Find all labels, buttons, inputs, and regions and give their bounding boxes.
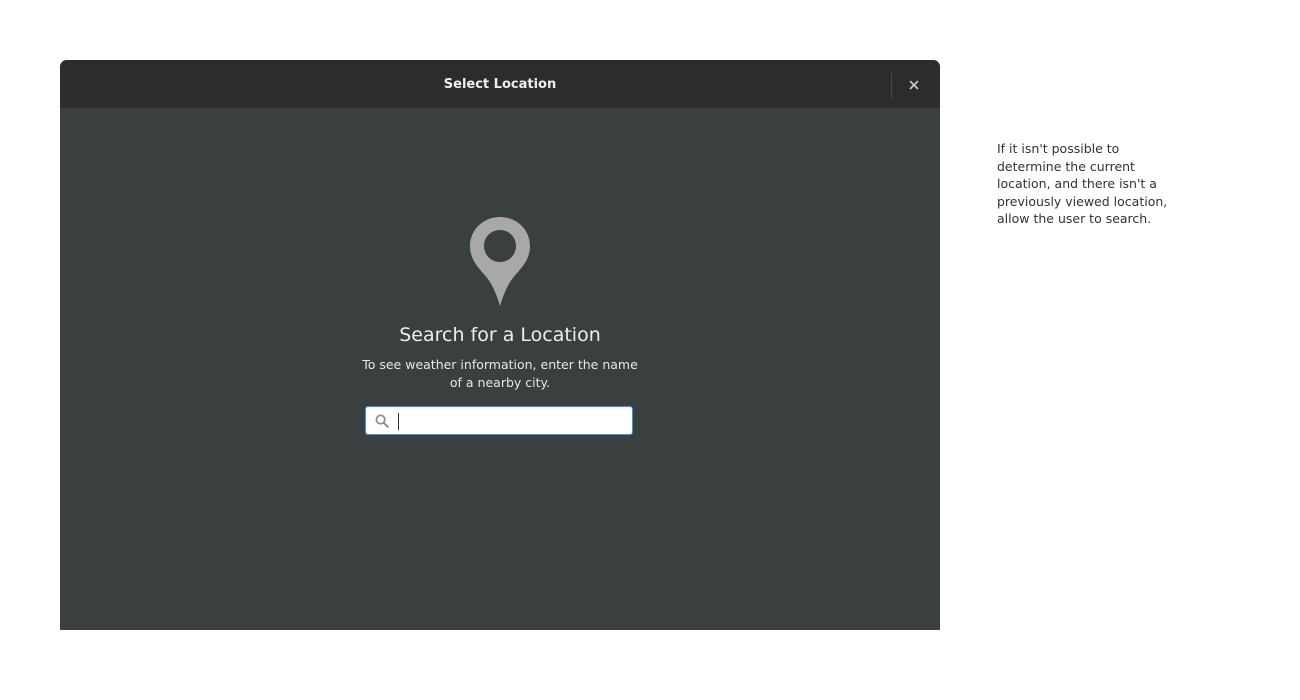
placeholder-description: To see weather information, enter the na… xyxy=(362,357,638,390)
map-pin-icon xyxy=(470,217,530,306)
select-location-dialog: Select Location Search for a Location To… xyxy=(60,60,940,630)
design-annotation: If it isn't possible to determine the cu… xyxy=(997,141,1168,226)
text-cursor xyxy=(398,413,399,430)
location-search-entry[interactable] xyxy=(365,406,633,435)
header-bar: Select Location xyxy=(60,60,940,108)
page: Select Location Search for a Location To… xyxy=(0,0,1300,700)
dialog-content: Search for a Location To see weather inf… xyxy=(60,108,940,630)
close-icon xyxy=(909,80,919,90)
dialog-title: Select Location xyxy=(443,77,557,92)
placeholder-title: Search for a Location xyxy=(399,324,601,346)
close-button[interactable] xyxy=(901,72,927,98)
location-search-input[interactable] xyxy=(396,410,624,431)
search-icon xyxy=(375,414,389,428)
header-separator xyxy=(891,73,892,98)
